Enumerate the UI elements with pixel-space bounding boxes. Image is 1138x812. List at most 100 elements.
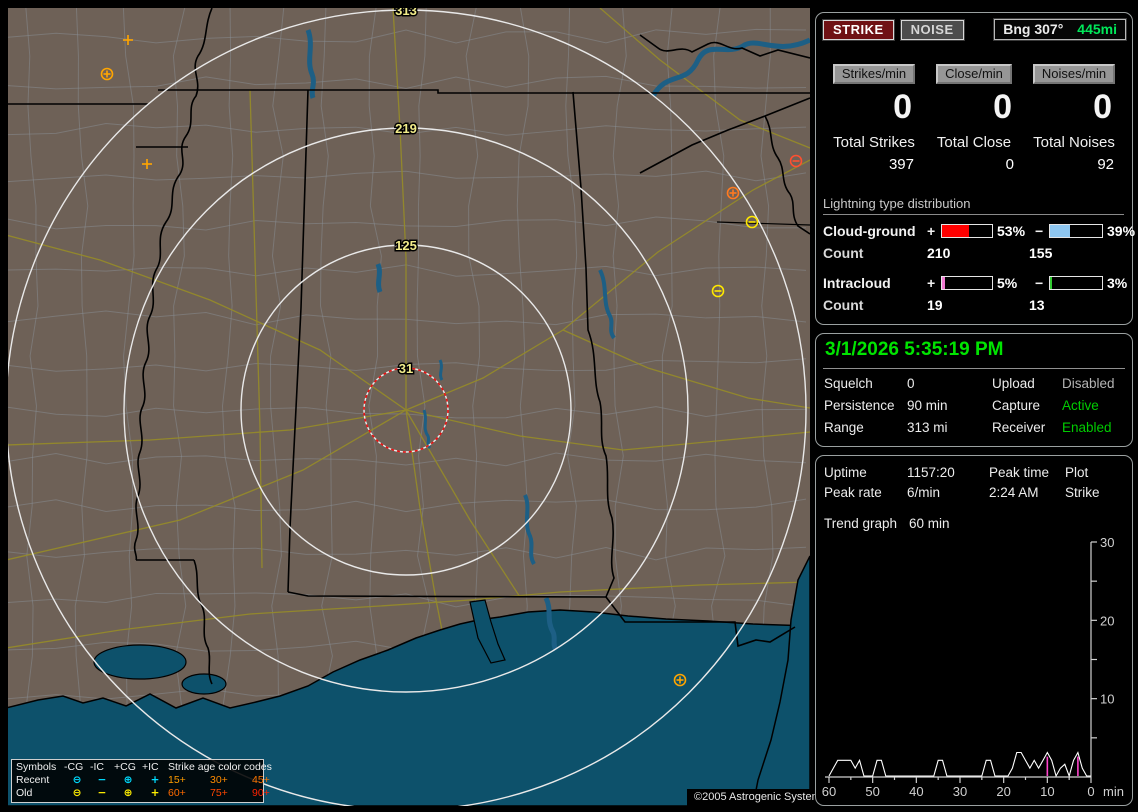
stats-value2: Strike: [1065, 485, 1100, 500]
svg-text:10: 10: [1100, 692, 1114, 707]
legend-cell: 30+: [210, 774, 228, 786]
trend-graph: 10 20 30 0 10 20 30 40 50 60 min: [822, 535, 1124, 799]
status-label2: Capture: [992, 398, 1041, 413]
status-row: Squelch 0 Upload Disabled: [824, 376, 1125, 391]
plus-sign: +: [927, 275, 936, 291]
counter-column-2: Noises/min 0 Total Noises 92: [1024, 64, 1124, 173]
legend-cell: −: [97, 787, 107, 799]
total-value: 92: [1097, 156, 1114, 173]
plus-bar: [941, 224, 993, 238]
legend-cell: Recent: [16, 774, 50, 786]
bearing-label: Bng 307°: [1003, 21, 1064, 37]
noise-mode-button[interactable]: NOISE: [900, 19, 964, 40]
legend-cell: +CG: [114, 761, 136, 773]
plus-count: 210: [927, 245, 951, 261]
status-panel: 3/1/2026 5:35:19 PM Squelch 0 Upload Disabl…: [815, 333, 1133, 447]
stats-label2: Peak time: [989, 465, 1050, 480]
legend-cell: 45+: [252, 774, 270, 786]
legend-cell: ⊕: [123, 774, 133, 786]
counter-column-1: Close/min 0 Total Close 0: [924, 64, 1024, 173]
lake-borgne: [181, 673, 227, 695]
distribution-count-row: Count 19 13: [823, 297, 1126, 313]
status-row: Persistence 90 min Capture Active: [824, 398, 1125, 413]
legend-cell: −: [97, 774, 107, 786]
legend-cell: +IC: [142, 761, 159, 773]
trend-graph-row: Trend graph 60 min: [824, 516, 1125, 531]
svg-text:40: 40: [909, 784, 923, 799]
svg-text:20: 20: [1100, 613, 1114, 628]
status-label: Persistence: [824, 398, 895, 413]
status-label2: Receiver: [992, 420, 1046, 435]
stats-row: Uptime 1157:20 Peak time Plot: [824, 465, 1125, 480]
stats-value: 1157:20: [907, 465, 955, 480]
stats-value2: Plot: [1065, 465, 1089, 480]
legend-cell: +: [150, 787, 160, 799]
legend-cell: +: [150, 774, 160, 786]
counter-badge[interactable]: Strikes/min: [832, 64, 916, 84]
svg-text:30: 30: [953, 784, 967, 799]
status-value: 90 min: [907, 398, 948, 413]
count-label: Count: [823, 245, 864, 261]
status-label2: Upload: [992, 376, 1035, 391]
datetime-display: 3/1/2026 5:35:19 PM: [823, 337, 1125, 369]
status-value2: Active: [1062, 398, 1099, 413]
counter-value: 0: [1093, 88, 1112, 126]
distribution-count-row: Count 210 155: [823, 245, 1126, 261]
trend-graph-value: 60 min: [909, 516, 950, 531]
legend-cell: ⊖: [72, 787, 82, 799]
legend-cell: 75+: [210, 787, 228, 799]
counter-badge[interactable]: Close/min: [936, 64, 1012, 84]
legend-cell: ⊕: [123, 787, 133, 799]
minus-percent: 39%: [1107, 223, 1136, 239]
app-window: 313 219 125 31 Symbols -CG -IC +CG +IC Strike ag…: [0, 0, 1138, 812]
plus-percent: 5%: [997, 275, 1018, 291]
legend-cell: Old: [16, 787, 33, 799]
plus-count: 19: [927, 297, 943, 313]
status-label: Squelch: [824, 376, 873, 391]
trend-graph-label: Trend graph: [824, 516, 898, 531]
status-value2: Disabled: [1062, 376, 1115, 391]
total-label: Total Close: [936, 134, 1012, 151]
lightning-distribution: Lightning type distribution Cloud-ground…: [822, 196, 1135, 313]
svg-text:min: min: [1103, 784, 1124, 799]
lightning-map[interactable]: 313 219 125 31 Symbols -CG -IC +CG +IC Strike ag…: [8, 8, 834, 806]
plus-percent: 53%: [997, 223, 1026, 239]
ring-label-125: 125: [395, 238, 417, 253]
legend-cell: 90+: [252, 787, 270, 799]
ring-label-219: 219: [395, 121, 417, 136]
dist-type-label: Intracloud: [823, 275, 891, 291]
total-value: 0: [1005, 156, 1014, 173]
minus-count: 13: [1029, 297, 1045, 313]
legend-cell: ⊖: [72, 774, 82, 786]
distribution-row: Cloud-ground +53% − 39%: [823, 223, 1135, 239]
legend-cell: 15+: [168, 774, 186, 786]
counters-panel: STRIKE NOISE Bng 307° 445mi Strikes/min 0…: [815, 12, 1135, 325]
count-label: Count: [823, 297, 864, 313]
total-value: 397: [888, 156, 914, 173]
stats-trend-panel: Uptime 1157:20 Peak time Plot Peak rate 6/min…: [815, 455, 1133, 806]
rate-counters: Strikes/min 0 Total Strikes 397 Close/min 0 To…: [824, 64, 1124, 173]
total-label: Total Strikes: [833, 134, 915, 151]
map-legend: Symbols -CG -IC +CG +IC Strike age color code…: [11, 759, 272, 803]
stats-label: Uptime: [824, 465, 867, 480]
ring-label-313: 313: [395, 8, 417, 18]
distribution-title: Lightning type distribution: [823, 196, 1124, 215]
minus-count: 155: [1029, 245, 1053, 261]
svg-text:0: 0: [1087, 784, 1094, 799]
status-value: 0: [907, 376, 915, 391]
total-label: Total Noises: [1033, 134, 1115, 151]
status-label: Range: [824, 420, 864, 435]
svg-text:60: 60: [822, 784, 836, 799]
strike-mode-button[interactable]: STRIKE: [823, 19, 894, 40]
counter-badge[interactable]: Noises/min: [1032, 64, 1116, 84]
minus-sign: −: [1035, 223, 1044, 239]
status-value: 313 mi: [907, 420, 948, 435]
counter-value: 0: [993, 88, 1012, 126]
minus-percent: 3%: [1107, 275, 1128, 291]
trend-series: [828, 751, 1091, 778]
legend-cell: Strike age color codes: [168, 761, 272, 773]
distribution-row: Intracloud +5% − 3%: [823, 275, 1128, 291]
legend-cell: 60+: [168, 787, 186, 799]
bearing-range: 445mi: [1077, 21, 1117, 37]
plus-bar: [941, 276, 993, 290]
